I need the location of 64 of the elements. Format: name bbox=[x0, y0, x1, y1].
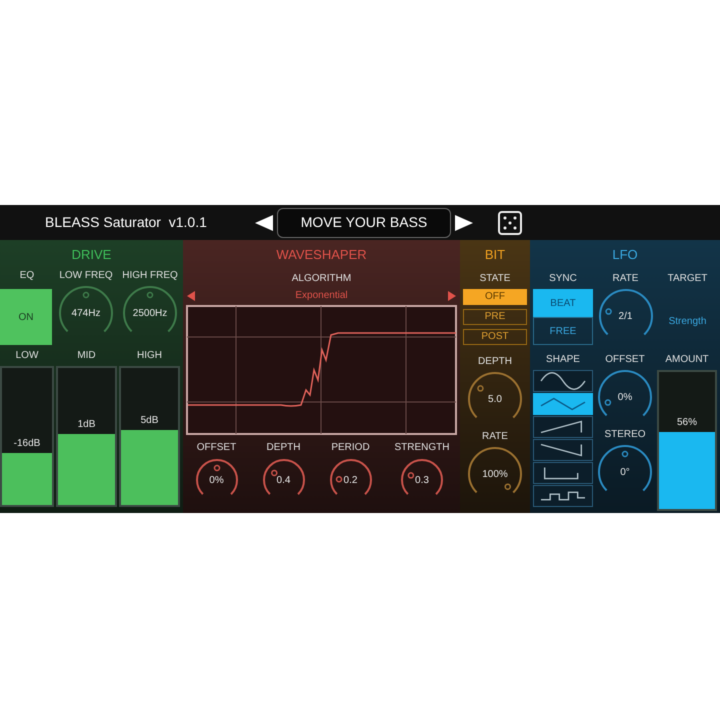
knob-value: 100% bbox=[482, 468, 508, 482]
knob-value: 0.3 bbox=[415, 474, 429, 488]
slider[interactable]: 1dB bbox=[56, 366, 117, 507]
control-label: LOW bbox=[16, 351, 38, 361]
next-algorithm-icon[interactable] bbox=[448, 290, 456, 300]
shape-option[interactable] bbox=[533, 370, 593, 392]
control-label: OFFSET bbox=[196, 443, 236, 453]
next-preset-icon[interactable] bbox=[455, 214, 473, 230]
control-label: AMOUNT bbox=[665, 355, 709, 365]
control-label: TARGET bbox=[668, 274, 708, 284]
preset-selector[interactable]: MOVE YOUR BASS bbox=[277, 208, 451, 238]
control-label: STATE bbox=[480, 274, 510, 284]
knob-value: 0.4 bbox=[276, 474, 290, 488]
slider-value: 5dB bbox=[140, 414, 160, 428]
shape-option[interactable] bbox=[533, 485, 593, 507]
sync-option[interactable]: FREE bbox=[533, 317, 593, 345]
control-label: STEREO bbox=[604, 430, 646, 440]
knob-value: 2/1 bbox=[618, 310, 632, 324]
control-label: ALGORITHM bbox=[292, 274, 352, 284]
control-label: HIGH bbox=[137, 351, 162, 361]
control-label: SHAPE bbox=[546, 355, 580, 365]
dice-icon[interactable] bbox=[498, 210, 522, 234]
slider-value: -16dB bbox=[12, 436, 42, 451]
panel-title: WAVESHAPER bbox=[276, 248, 367, 261]
sync-option[interactable]: BEAT bbox=[533, 289, 593, 317]
control-label: HIGH FREQ bbox=[122, 271, 178, 281]
eq-toggle[interactable]: ON bbox=[0, 289, 52, 345]
knob-value: 0% bbox=[209, 474, 224, 488]
knob-value: 0% bbox=[618, 390, 632, 404]
previous-algorithm-icon[interactable] bbox=[187, 290, 195, 300]
panel-title: LFO bbox=[611, 248, 639, 261]
control-label: RATE bbox=[612, 274, 638, 284]
slider-value: 1dB bbox=[76, 418, 96, 432]
knob-value: 0° bbox=[620, 466, 630, 480]
panel-title: DRIVE bbox=[70, 248, 112, 261]
control-label: DEPTH bbox=[266, 443, 300, 453]
target-value[interactable]: Strength bbox=[668, 314, 706, 329]
slider[interactable]: -16dB bbox=[0, 366, 54, 507]
slider[interactable]: 5dB bbox=[119, 366, 180, 507]
shape-option[interactable] bbox=[533, 462, 593, 484]
state-option[interactable]: POST bbox=[463, 329, 527, 345]
slider-value: 56% bbox=[676, 416, 698, 430]
shape-option[interactable] bbox=[533, 416, 593, 438]
knob-value: 0.2 bbox=[344, 474, 358, 488]
knob-value: 474Hz bbox=[72, 306, 100, 320]
control-label: MID bbox=[77, 351, 96, 361]
shape-option[interactable] bbox=[533, 439, 593, 461]
state-option[interactable]: PRE bbox=[463, 309, 527, 325]
slider[interactable]: 56% bbox=[657, 370, 717, 511]
control-label: SYNC bbox=[549, 274, 577, 284]
algorithm-value[interactable]: Exponential bbox=[295, 288, 348, 303]
control-label: OFFSET bbox=[605, 355, 645, 365]
control-label: STRENGTH bbox=[394, 443, 450, 453]
control-label: LOW FREQ bbox=[59, 271, 113, 281]
state-option[interactable]: OFF bbox=[463, 289, 527, 305]
panel-title: BIT bbox=[484, 248, 506, 261]
control-label: RATE bbox=[482, 432, 508, 442]
control-label: DEPTH bbox=[478, 357, 512, 367]
control-label: EQ bbox=[20, 271, 34, 281]
knob-value: 2500Hz bbox=[132, 306, 168, 320]
control-label: PERIOD bbox=[331, 443, 370, 453]
knob-value: 5.0 bbox=[488, 392, 502, 406]
previous-preset-icon[interactable] bbox=[255, 214, 273, 230]
app-title: BLEASS Saturator v1.0.1 bbox=[45, 213, 208, 232]
